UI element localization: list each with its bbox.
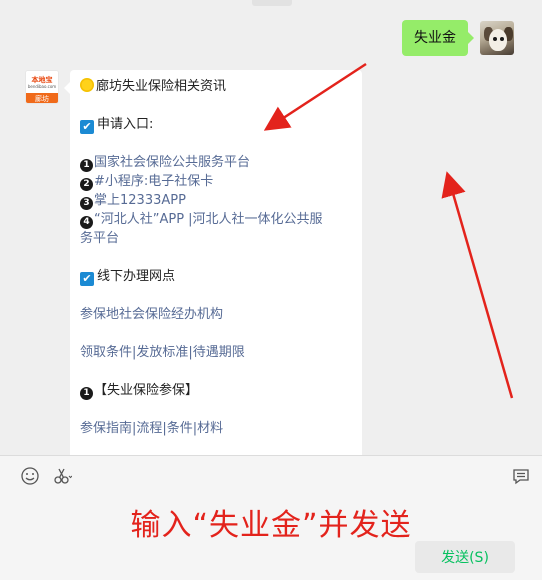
conditions-links[interactable]: 领取条件|发放标准|待遇期限 — [80, 344, 245, 362]
outgoing-message: 失业金 — [402, 20, 514, 56]
send-button[interactable]: 发送(S) — [415, 541, 515, 573]
number-icon: 1 — [80, 159, 93, 172]
bot-avatar[interactable]: 本地宝 bendibao.com 廊坊 — [25, 70, 59, 104]
apply-item-3[interactable]: 3 掌上12333APP — [80, 192, 186, 210]
apply-heading: 申请入口: — [97, 117, 154, 132]
scissors-icon[interactable] — [52, 466, 72, 486]
section1-heading: 【失业保险参保】 — [94, 383, 199, 398]
checkbox-icon: ✔ — [80, 272, 94, 286]
avatar-city: 廊坊 — [26, 93, 58, 103]
top-tab — [252, 0, 292, 6]
apply-item-text: 国家社会保险公共服务平台 — [94, 155, 251, 170]
instruction-text: 输入“失业金”并发送 — [130, 508, 412, 543]
number-icon: 1 — [80, 387, 93, 400]
apply-heading-line: ✔ 申请入口: — [80, 116, 153, 134]
apply-item-1[interactable]: 1 国家社会保险公共服务平台 — [80, 154, 250, 172]
checkbox-icon: ✔ — [80, 120, 94, 134]
section1-heading-line: 1 【失业保险参保】 — [80, 382, 198, 400]
outgoing-bubble[interactable]: 失业金 — [402, 20, 474, 56]
offline-heading-line: ✔ 线下办理网点 — [80, 268, 175, 286]
message-title: 廊坊失业保险相关资讯 — [96, 79, 227, 94]
number-icon: 2 — [80, 178, 93, 191]
incoming-bubble: 廊坊失业保险相关资讯 ✔ 申请入口: 1 国家社会保险公共服务平台 2 #小程序:电子… — [64, 70, 362, 455]
apply-item-text: 掌上12333APP — [94, 193, 186, 208]
apply-item-4-cont[interactable]: 务平台 — [80, 230, 119, 248]
offline-heading: 线下办理网点 — [97, 269, 176, 284]
apply-item-4[interactable]: 4 “河北人社”APP |河北人社一体化公共服 — [80, 211, 323, 229]
apply-item-2[interactable]: 2 #小程序:电子社保卡 — [80, 173, 213, 191]
sun-icon — [80, 78, 94, 92]
arrow-to-scroll — [441, 171, 514, 399]
emoji-icon[interactable] — [20, 466, 40, 486]
chat-area: 失业金 本地宝 bendibao.com 廊坊 廊坊失业保险相关资讯 ✔ 申请入口… — [0, 0, 542, 455]
number-icon: 3 — [80, 197, 93, 210]
apply-item-text: #小程序:电子社保卡 — [94, 174, 214, 189]
apply-item-text: “河北人社”APP |河北人社一体化公共服 — [94, 212, 323, 227]
user-avatar[interactable] — [480, 21, 514, 55]
title-line: 廊坊失业保险相关资讯 — [80, 78, 226, 96]
section1-links[interactable]: 参保指南|流程|条件|材料 — [80, 420, 223, 438]
offline-link[interactable]: 参保地社会保险经办机构 — [80, 306, 223, 324]
avatar-site: bendibao.com — [27, 83, 57, 89]
avatar-brand: 本地宝 — [31, 75, 53, 84]
number-icon: 4 — [80, 216, 93, 229]
chat-history-icon[interactable] — [511, 466, 531, 486]
